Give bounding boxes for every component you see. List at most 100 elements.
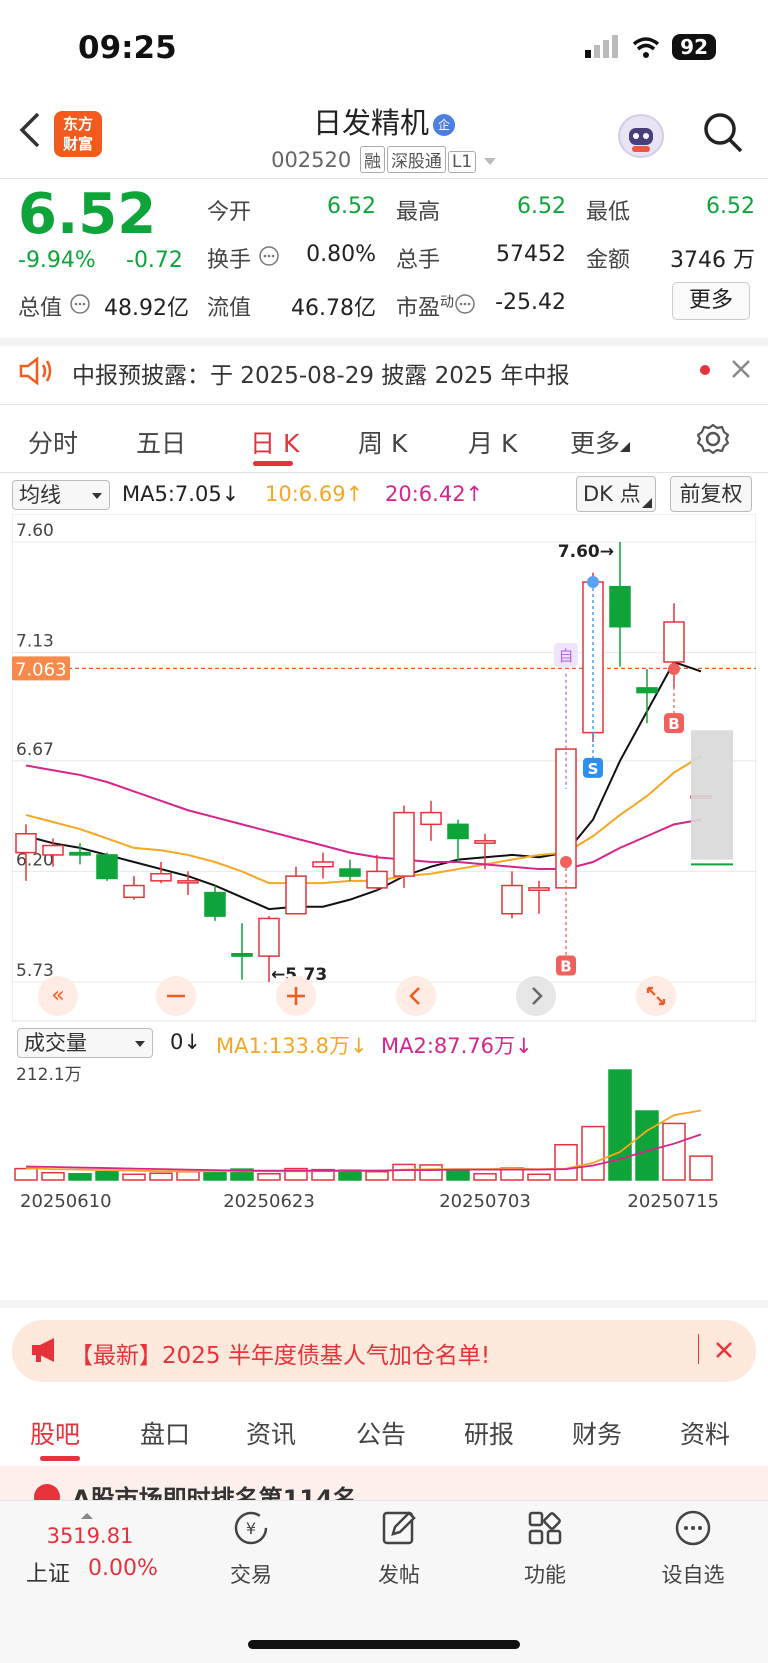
scroll-far-left-button[interactable]: « [38,976,78,1016]
nav-trade[interactable]: ¥ 交易 [196,1508,306,1589]
candle-body [96,854,118,880]
y-tick-label: 7.13 [16,632,54,652]
nav-add-watchlist-label: 设自选 [661,1563,725,1587]
svg-text:¥: ¥ [246,1519,256,1538]
indicator-select[interactable]: 均线 [12,480,110,510]
notice-close-button[interactable] [730,358,752,384]
candle-body [123,884,145,899]
nav-function[interactable]: 功能 [490,1508,600,1589]
stock-code: 002520 [271,148,352,172]
tabs-divider [0,472,768,473]
tag-margin: 融 [359,146,385,173]
assistant-avatar[interactable] [618,114,664,158]
tab-news[interactable]: 资讯 [246,1415,296,1451]
index-pct[interactable]: 0.00% [88,1556,158,1581]
market-cap-label-text: 总值 [18,296,63,321]
tag-connect: 深股通 [386,146,446,173]
candle-body [231,953,253,957]
candle-body [312,861,334,868]
kline-chart[interactable]: 7.607.136.676.205.737.063 7.60→←5.73自SBB [12,514,756,1022]
sell-marker: S [588,760,599,778]
search-icon [704,113,743,153]
promo-separator [698,1334,699,1364]
dk-select[interactable]: DK 点 [576,476,656,512]
ma10-legend: 10:6.69↑ [265,482,364,506]
corner-caret-icon [620,442,631,452]
caret-up-icon [80,1505,94,1524]
scroll-left-button[interactable] [396,976,436,1016]
volume-bar [419,1164,443,1181]
tab-weekly-k[interactable]: 周 K [358,424,407,460]
info-icon[interactable] [69,293,91,315]
candle-body [420,811,442,826]
enterprise-badge: 企 [433,114,455,136]
tab-profile[interactable]: 资料 [680,1415,730,1451]
ranking-text: A股市场即时排名第114名 [72,1485,357,1500]
float-cap-label: 流值 [207,296,252,321]
promo-text[interactable]: 【最新】2025 半年度债基人气加仓名单! [70,1336,490,1370]
candle-body [528,887,550,891]
chart-settings-button[interactable] [696,422,730,460]
candle-body [285,875,307,915]
battery-indicator: 92 [672,34,716,60]
ranking-icon [34,1484,60,1500]
tab-five-day[interactable]: 五日 [136,424,186,460]
more-button[interactable]: 更多 [672,282,750,320]
tab-financials[interactable]: 财务 [572,1415,622,1451]
volume-indicator-select[interactable]: 成交量 [17,1028,153,1058]
double-chevron-left-icon: « [51,983,65,1008]
volume-value: 0↓ [170,1030,201,1054]
info-icon[interactable] [454,293,476,315]
tab-order-book[interactable]: 盘口 [140,1415,190,1451]
tab-more[interactable]: 更多 [570,424,631,460]
volume-bar [581,1125,605,1181]
candle-body [636,687,658,694]
fullscreen-button[interactable] [636,976,676,1016]
nav-add-watchlist[interactable]: 设自选 [638,1508,748,1589]
nav-post[interactable]: 发帖 [344,1508,454,1589]
info-icon[interactable] [258,245,280,267]
pe-superscript: 动 [440,294,455,311]
notice-text[interactable]: 中报预披露：于 2025-08-29 披露 2025 年中报 [72,356,569,390]
volume-ma1-legend: MA1:133.8万↓ [216,1034,368,1058]
amount-value: 3746 万 [670,248,755,273]
candle-body [501,884,523,915]
volume-bar [176,1170,200,1181]
tab-research[interactable]: 研报 [464,1415,514,1451]
index-name[interactable]: 上证 [26,1556,70,1588]
tab-forum[interactable]: 股吧 [30,1415,80,1451]
adjust-button[interactable]: 前复权 [670,476,752,512]
x-tick-label: 20250610 [20,1191,112,1212]
last-price: 6.52 [18,182,157,247]
volume-bar [41,1171,65,1181]
tab-monthly-k[interactable]: 月 K [468,424,517,460]
candle-body [177,880,199,884]
promo-close-button[interactable] [714,1340,734,1364]
max-price-label: 7.60→ [558,542,614,562]
status-icons: 92 [584,34,716,60]
section-gap [0,338,768,346]
candle-body [204,891,226,917]
sell-dot [587,576,599,588]
volume-chart[interactable]: 212.1万 20250610 20250623 20250703 20250715 [12,1060,756,1248]
speaker-icon [18,356,54,390]
index-value[interactable]: 3519.81 [30,1524,150,1548]
tab-intraday[interactable]: 分时 [28,424,78,460]
float-cap-value: 46.78亿 [291,296,376,321]
pe-label-text: 市盈 [396,296,441,321]
scroll-right-button[interactable] [516,976,556,1016]
tab-announcements[interactable]: 公告 [356,1415,406,1451]
volume-bar [527,1173,551,1181]
pct-change: -9.94% [18,248,96,273]
volume-bar [68,1173,92,1181]
search-button[interactable] [703,112,743,156]
amount-label: 金额 [586,248,631,273]
tab-daily-k[interactable]: 日 K [250,424,299,460]
y-tick-label: 7.60 [16,521,54,541]
zoom-in-button[interactable] [276,976,316,1016]
zoom-out-button[interactable] [156,976,196,1016]
volume-bar [689,1155,713,1181]
notice-divider [0,404,768,405]
x-tick-label: 20250715 [627,1191,719,1212]
ranking-peek[interactable]: A股市场即时排名第114名 [0,1466,768,1500]
